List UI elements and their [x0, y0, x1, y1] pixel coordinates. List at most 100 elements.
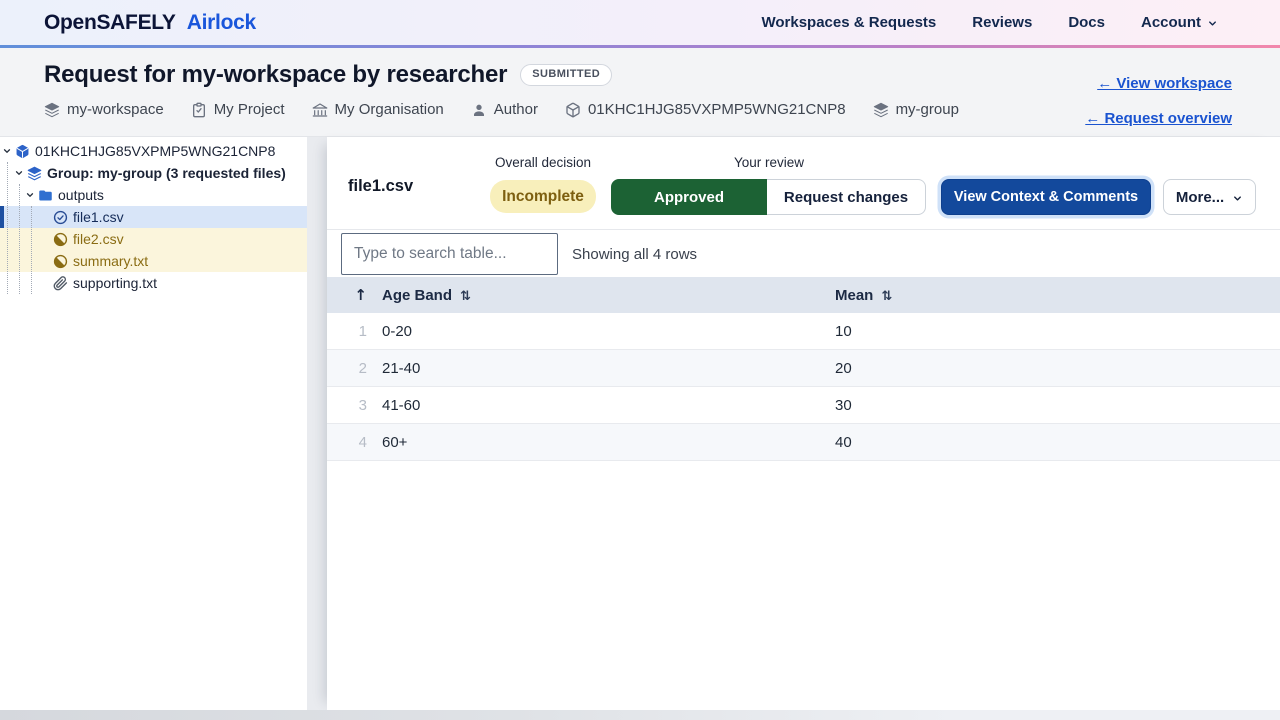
- table-row: 1 0-20 10: [327, 313, 1280, 350]
- tree-item-outputs-folder[interactable]: outputs: [0, 184, 307, 206]
- nav-account[interactable]: Account: [1141, 14, 1218, 31]
- tree-item-supporting-txt[interactable]: supporting.txt: [0, 272, 307, 294]
- clipboard-icon: [191, 102, 207, 118]
- status-badge: SUBMITTED: [520, 64, 612, 86]
- half-circle-icon: [53, 232, 68, 247]
- meta-workspace-label: my-workspace: [67, 101, 164, 118]
- row-number: 3: [327, 397, 367, 414]
- cell-mean: 40: [819, 434, 852, 451]
- tree-item-label: summary.txt: [73, 253, 148, 269]
- your-review-label: Your review: [611, 155, 927, 170]
- table-header-row: ↑ Age Band ⇅ Mean ⇅: [327, 277, 1280, 313]
- index-sort-indicator[interactable]: ↑: [327, 286, 367, 304]
- request-overview-link[interactable]: ← Request overview: [1085, 110, 1232, 127]
- check-circle-icon: [53, 210, 68, 225]
- search-input[interactable]: [341, 233, 558, 275]
- more-button[interactable]: More...: [1163, 179, 1256, 215]
- sort-icon[interactable]: ⇅: [881, 289, 892, 304]
- tree-item-label: supporting.txt: [73, 275, 157, 291]
- sort-icon[interactable]: ⇅: [460, 289, 471, 304]
- decision-badge: Incomplete: [490, 180, 596, 213]
- row-number: 4: [327, 434, 367, 451]
- user-icon: [471, 102, 487, 118]
- file-tree: 01KHC1HJG85VXPMP5WNG21CNP8 Group: my-gro…: [0, 137, 307, 294]
- table-row: 3 41-60 30: [327, 387, 1280, 424]
- brand-logo[interactable]: OpenSAFELY Airlock: [44, 11, 256, 35]
- bank-icon: [312, 102, 328, 118]
- row-number: 2: [327, 360, 367, 377]
- page-title: Request for my-workspace by researcher S…: [44, 61, 959, 89]
- tree-item-label: 01KHC1HJG85VXPMP5WNG21CNP8: [35, 143, 275, 159]
- chevron-down-icon[interactable]: [25, 190, 35, 200]
- tree-item-label: file1.csv: [73, 209, 124, 225]
- top-header: OpenSAFELY Airlock Workspaces & Requests…: [0, 0, 1280, 45]
- tree-item-group[interactable]: Group: my-group (3 requested files): [0, 162, 307, 184]
- view-context-comments-button[interactable]: View Context & Comments: [941, 179, 1151, 215]
- tree-item-request-id[interactable]: 01KHC1HJG85VXPMP5WNG21CNP8: [0, 140, 307, 162]
- page-title-text: Request for my-workspace by researcher: [44, 61, 507, 89]
- half-circle-icon: [53, 254, 68, 269]
- tree-item-label: Group: my-group (3 requested files): [47, 165, 286, 181]
- column-header-mean[interactable]: Mean ⇅: [819, 287, 892, 304]
- cell-mean: 20: [819, 360, 852, 377]
- cube-icon: [15, 144, 30, 159]
- row-number: 1: [327, 323, 367, 340]
- chevron-down-icon[interactable]: [2, 146, 12, 156]
- chevron-down-icon[interactable]: [14, 168, 24, 178]
- nav-reviews[interactable]: Reviews: [972, 14, 1032, 31]
- meta-workspace: my-workspace: [44, 101, 164, 118]
- table-row: 4 60+ 40: [327, 424, 1280, 461]
- request-changes-button[interactable]: Request changes: [767, 179, 926, 215]
- page-background-strip: [0, 710, 1280, 720]
- data-table: ↑ Age Band ⇅ Mean ⇅ 1 0-20 10 2 21-40 20 3…: [327, 277, 1280, 461]
- folder-icon: [38, 188, 53, 203]
- tree-guide-line: [7, 162, 8, 294]
- title-bar: Request for my-workspace by researcher S…: [0, 48, 1280, 137]
- title-block: Request for my-workspace by researcher S…: [44, 61, 959, 136]
- cell-age-band: 60+: [367, 434, 819, 451]
- column-header-label: Mean: [835, 287, 873, 304]
- column-header-age-band[interactable]: Age Band ⇅: [367, 287, 819, 304]
- review-button-group: Approved Request changes: [611, 179, 926, 215]
- meta-group-label: my-group: [896, 101, 959, 118]
- tree-item-file2-csv[interactable]: file2.csv: [0, 228, 307, 250]
- nav-docs[interactable]: Docs: [1068, 14, 1105, 31]
- main-nav: Workspaces & Requests Reviews Docs Accou…: [761, 14, 1218, 31]
- meta-project-label: My Project: [214, 101, 285, 118]
- tree-guide-line: [31, 206, 32, 294]
- layers-icon: [27, 166, 42, 181]
- meta-project: My Project: [191, 101, 285, 118]
- brand-product: Airlock: [187, 11, 256, 34]
- more-button-label: More...: [1176, 189, 1224, 206]
- cell-age-band: 41-60: [367, 397, 819, 414]
- column-header-label: Age Band: [382, 287, 452, 304]
- tree-item-label: file2.csv: [73, 231, 124, 247]
- file-review-header: file1.csv Overall decision Incomplete Yo…: [327, 137, 1280, 230]
- file-review-panel: file1.csv Overall decision Incomplete Yo…: [327, 137, 1280, 710]
- tree-item-label: outputs: [58, 187, 104, 203]
- file-tree-sidebar: 01KHC1HJG85VXPMP5WNG21CNP8 Group: my-gro…: [0, 137, 307, 710]
- tree-item-summary-txt[interactable]: summary.txt: [0, 250, 307, 272]
- nav-account-label: Account: [1141, 14, 1201, 31]
- meta-author-label: Author: [494, 101, 538, 118]
- paperclip-icon: [53, 276, 68, 291]
- file-title: file1.csv: [348, 177, 413, 196]
- approved-button[interactable]: Approved: [611, 179, 767, 215]
- layers-icon: [44, 102, 60, 118]
- request-meta: my-workspace My Project My Organisation …: [44, 101, 959, 118]
- meta-request-id: 01KHC1HJG85VXPMP5WNG21CNP8: [565, 101, 846, 118]
- view-workspace-link[interactable]: ← View workspace: [1097, 75, 1232, 92]
- overall-decision-label: Overall decision: [490, 155, 596, 170]
- meta-group: my-group: [873, 101, 959, 118]
- chevron-down-icon: [1207, 18, 1218, 29]
- cell-age-band: 21-40: [367, 360, 819, 377]
- meta-author: Author: [471, 101, 538, 118]
- meta-organisation: My Organisation: [312, 101, 444, 118]
- meta-organisation-label: My Organisation: [335, 101, 444, 118]
- nav-workspaces-requests[interactable]: Workspaces & Requests: [761, 14, 936, 31]
- title-links: ← View workspace ← Request overview: [1085, 61, 1232, 136]
- cube-icon: [565, 102, 581, 118]
- tree-item-file1-csv[interactable]: file1.csv: [0, 206, 307, 228]
- rows-summary: Showing all 4 rows: [572, 233, 697, 275]
- chevron-down-icon: [1232, 193, 1243, 204]
